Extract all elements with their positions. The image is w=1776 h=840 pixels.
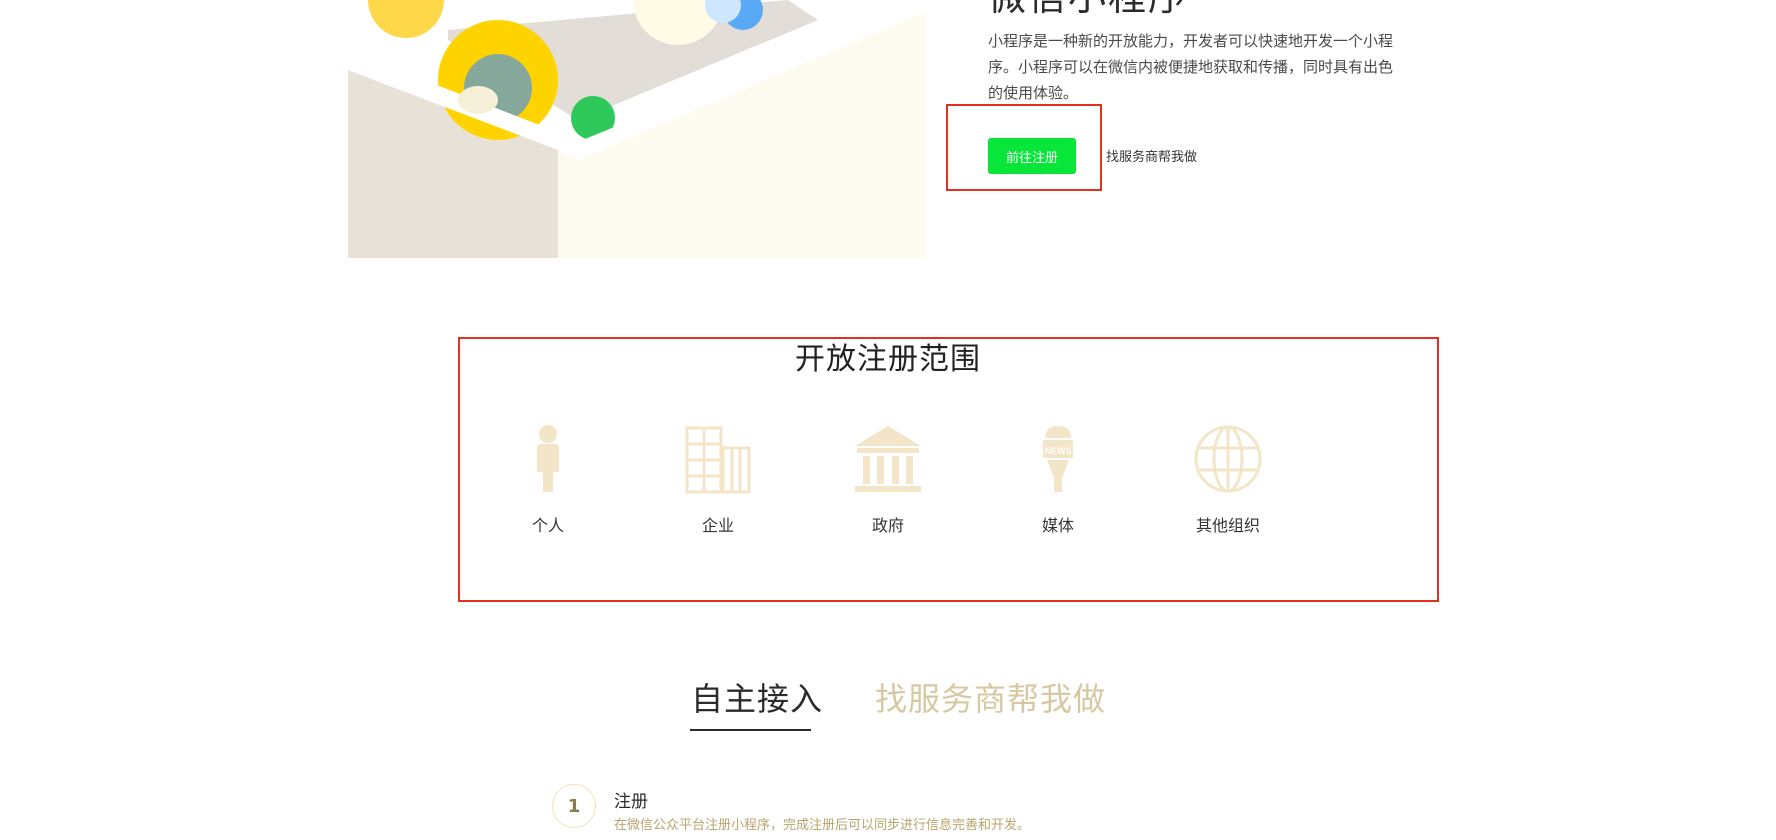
hero-illustration	[348, 0, 926, 258]
active-tab-underline	[690, 729, 811, 731]
hero-title: 微信小程序	[988, 0, 1188, 21]
person-icon	[537, 425, 559, 492]
svg-text:NEWS: NEWS	[1045, 446, 1072, 456]
scope-item-label: 个人	[531, 516, 564, 535]
government-icon	[855, 426, 921, 492]
scope-item-government: 政府	[828, 424, 948, 536]
scope-item-label: 企业	[701, 516, 734, 535]
scope-item-media: NEWS 媒体	[998, 424, 1118, 536]
step-number-badge: 1	[552, 784, 596, 828]
scope-item-other: 其他组织	[1168, 424, 1288, 536]
hero-description: 小程序是一种新的开放能力，开发者可以快速地开发一个小程序。小程序可以在微信内被便…	[988, 32, 1394, 102]
access-tabs: 自主接入 找服务商帮我做	[0, 674, 1776, 734]
scope-item-label: 媒体	[1041, 516, 1074, 535]
scope-item-enterprise: 企业	[658, 424, 778, 536]
step-title: 注册	[614, 792, 648, 812]
step-description: 在微信公众平台注册小程序，完成注册后可以同步进行信息完善和开发。	[614, 818, 1031, 833]
building-icon	[685, 426, 751, 494]
scope-item-label: 其他组织	[1195, 516, 1260, 535]
tab-find-provider[interactable]: 找服务商帮我做	[875, 674, 1106, 720]
scope-item-label: 政府	[871, 516, 904, 535]
media-microphone-icon: NEWS	[1043, 426, 1073, 492]
globe-icon	[1194, 425, 1262, 493]
scope-item-personal: 个人	[488, 424, 608, 536]
tab-self-access[interactable]: 自主接入	[691, 674, 823, 720]
highlight-box-register	[946, 104, 1102, 191]
find-provider-link[interactable]: 找服务商帮我做	[1106, 146, 1197, 165]
